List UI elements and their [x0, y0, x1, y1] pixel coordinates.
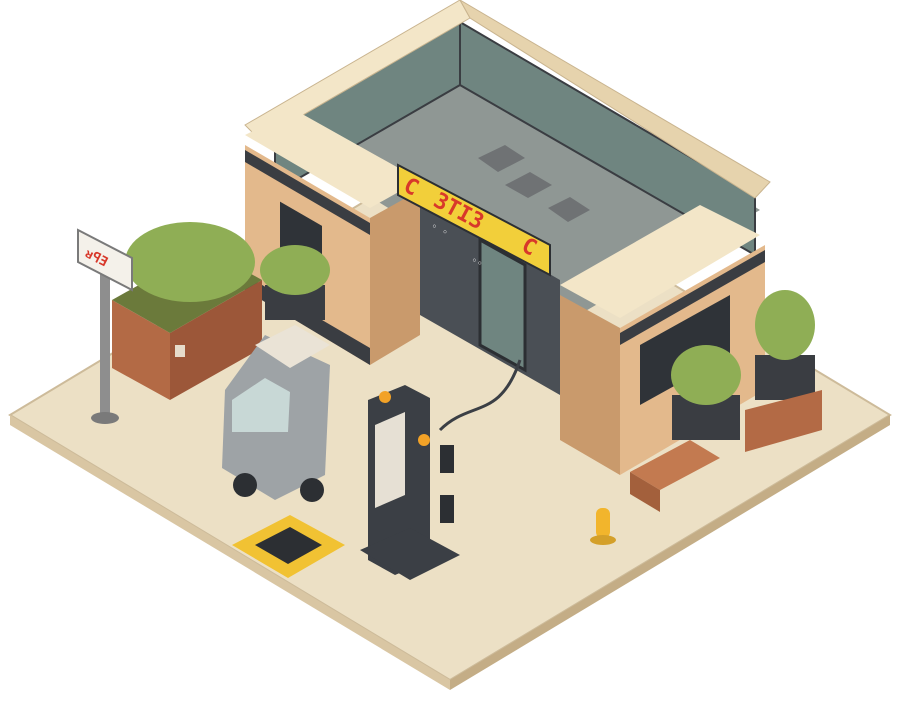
isometric-scene: C 3TI3 C ◦ ◦ ◦◦ ᴚꟼƎ	[0, 0, 900, 700]
roadside-sign-pole	[100, 270, 110, 415]
charger-screen	[375, 412, 405, 508]
foliage-right-a	[671, 345, 741, 405]
charger-plug	[440, 445, 454, 473]
planter-left-outlet	[175, 345, 185, 357]
left-wing-side	[370, 190, 420, 365]
vehicle-wheel	[233, 473, 257, 497]
planter-right-b	[755, 355, 815, 400]
charger-plug	[440, 495, 454, 523]
foliage-shrub	[260, 245, 330, 295]
foliage-right-b	[755, 290, 815, 360]
bollard-icon	[596, 508, 610, 538]
foliage-left	[125, 222, 255, 302]
bollard-base	[590, 535, 616, 545]
charger-light	[379, 391, 391, 403]
roadside-sign-base	[91, 412, 119, 424]
scene-svg: C 3TI3 C ◦ ◦ ◦◦ ᴚꟼƎ	[8, 0, 892, 690]
vehicle-wheel	[300, 478, 324, 502]
charger-light	[418, 434, 430, 446]
